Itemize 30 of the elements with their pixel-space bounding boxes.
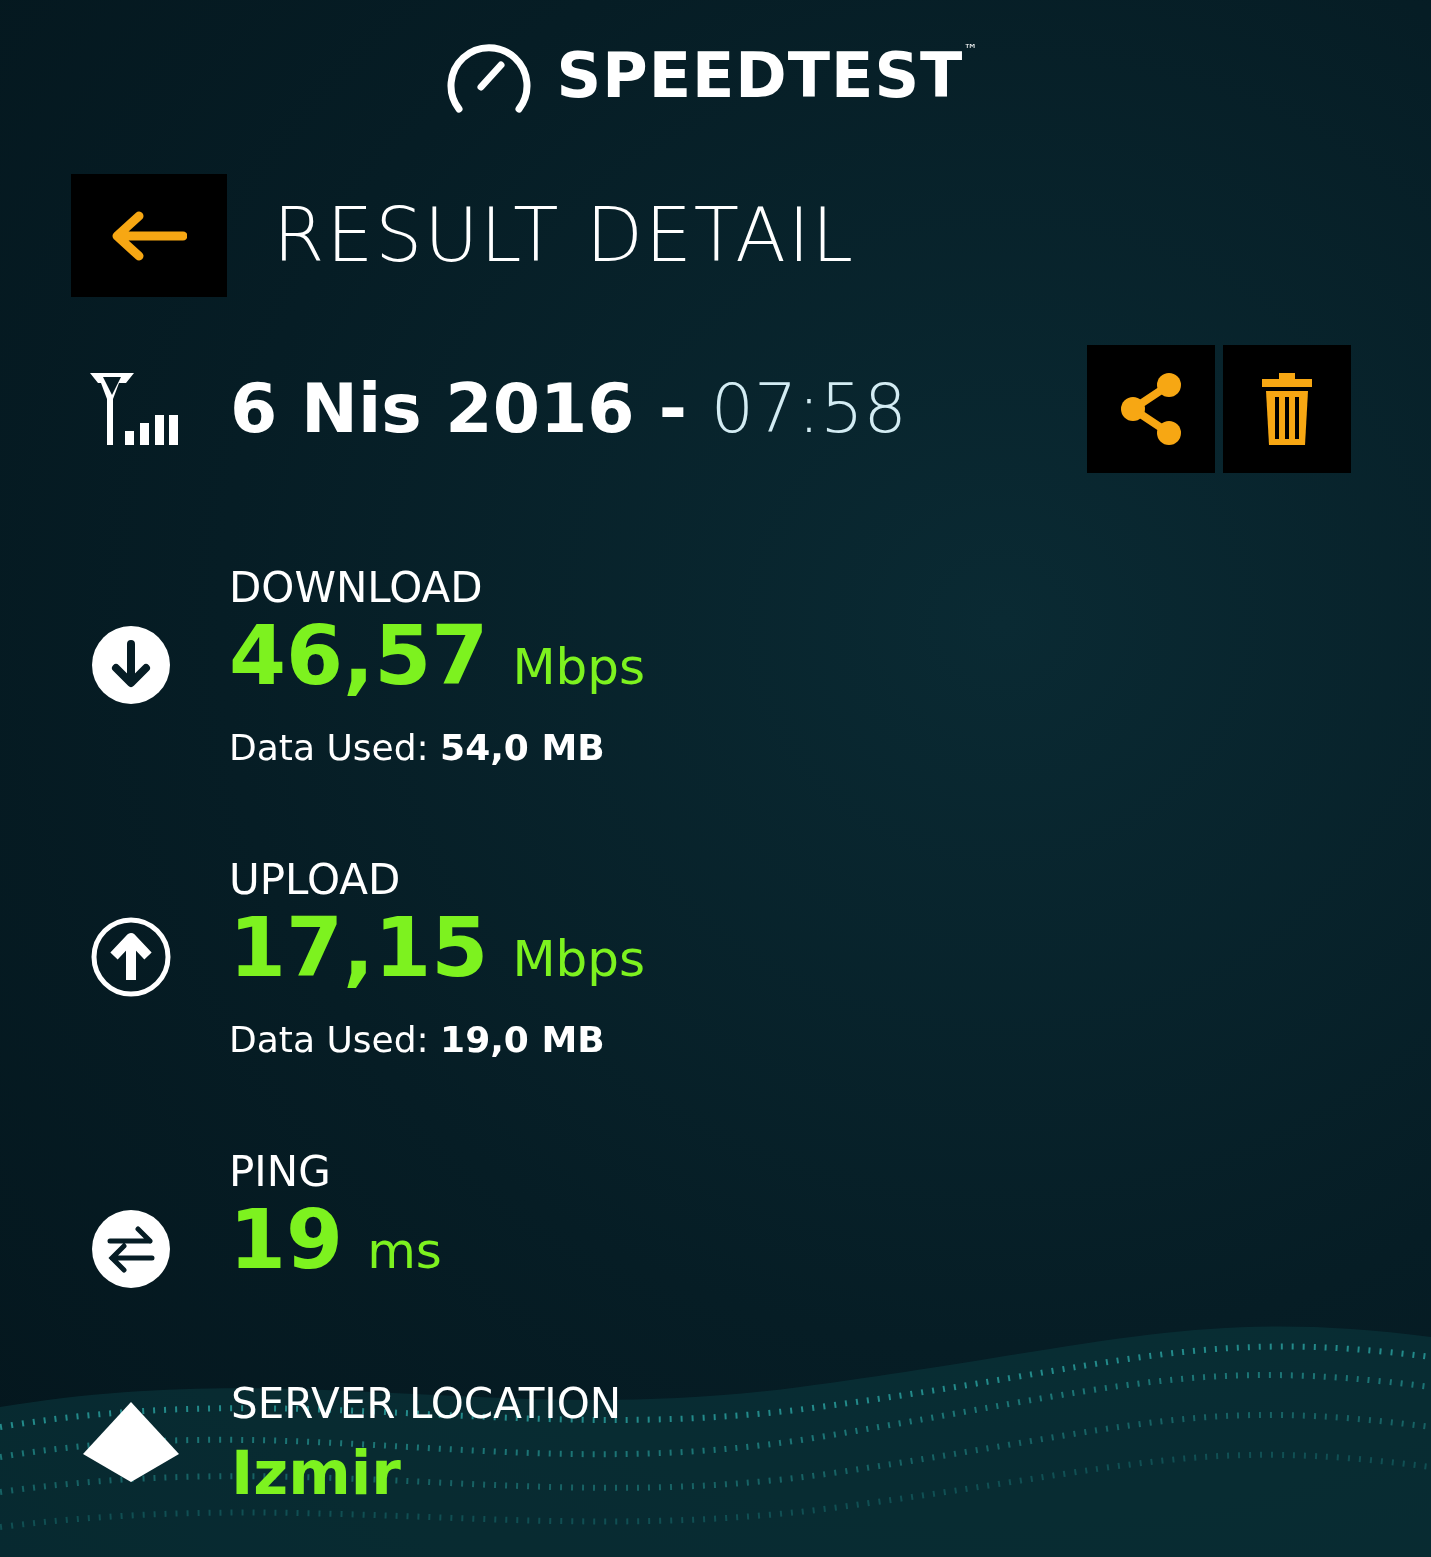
metric-unit: Mbps [512,929,646,991]
metric-value: 17,15 [229,907,489,990]
metric-unit: Mbps [512,637,646,699]
metric-label: UPLOAD [229,857,402,904]
data-used-text: Data Used: 19,0 MB [229,1018,606,1063]
metric-label: PING [229,1149,332,1196]
trash-icon [1262,373,1312,445]
result-date: 6 Nis 2016 [230,368,635,450]
logo-text: SPEEDTEST [556,37,964,114]
date-separator: - [658,368,687,450]
share-button[interactable] [1087,345,1215,473]
server-location: Izmir [231,1443,402,1504]
pyramid-icon [83,1402,179,1483]
metric-value: 46,57 [229,615,489,698]
metric-value: 19 [229,1199,344,1282]
share-icon [1119,373,1183,445]
server-label: SERVER LOCATION [231,1381,622,1428]
metric-label: DOWNLOAD [229,565,484,612]
delete-button[interactable] [1223,345,1351,473]
download-icon [90,624,172,706]
back-button[interactable] [71,174,227,297]
page-title: RESULT DETAIL [273,191,855,280]
signal-tower-icon [90,373,178,445]
back-arrow-icon [111,210,187,261]
metric-unit: ms [367,1221,442,1283]
ping-icon [90,1208,172,1290]
trademark-sign: ™ [963,39,978,59]
result-time: 07:58 [710,368,907,450]
upload-icon [90,916,172,998]
data-used-text: Data Used: 54,0 MB [229,726,606,771]
